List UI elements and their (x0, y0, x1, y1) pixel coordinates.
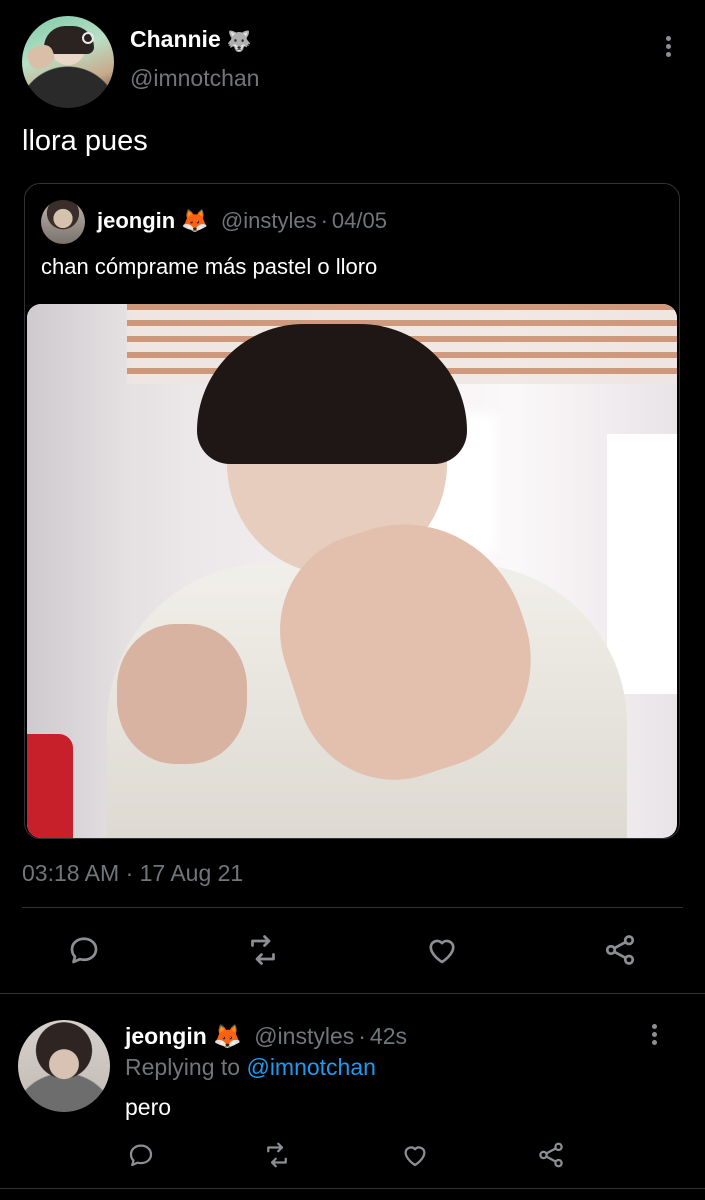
divider (0, 1188, 705, 1189)
divider (0, 993, 705, 994)
tweet-timestamp[interactable]: 03:18 AM · 17 Aug 21 (22, 860, 243, 887)
divider (22, 907, 683, 908)
wolf-emoji-icon: 🐺 (226, 31, 252, 53)
reply-time: 42s (369, 1023, 408, 1049)
replying-to-label: Replying to (125, 1054, 241, 1080)
heart-icon[interactable] (400, 1140, 430, 1170)
retweet-icon[interactable] (262, 1140, 292, 1170)
quoted-author-handle: @instyles (220, 208, 317, 233)
author-name-text: Channie (130, 26, 221, 52)
replying-to-mention[interactable]: @imnotchan (246, 1054, 375, 1080)
heart-icon[interactable] (424, 932, 460, 968)
moon-icon (82, 32, 94, 44)
reply-author-name[interactable]: jeongin (125, 1023, 207, 1049)
tweet-text: llora pues (22, 125, 148, 157)
more-vertical-icon[interactable] (645, 1024, 663, 1048)
reply-author-avatar[interactable] (18, 1020, 110, 1112)
quoted-author-line: jeongin 🦊 @instyles · 04/05 (97, 208, 387, 234)
reply-author-line: jeongin 🦊 @instyles · 42s (125, 1023, 407, 1050)
quoted-date: 04/05 (331, 208, 387, 233)
fox-emoji-icon: 🦊 (213, 1023, 242, 1049)
photo-window-right (607, 434, 677, 694)
photo-red-chair (27, 734, 73, 838)
author-name[interactable]: Channie 🐺 (130, 26, 252, 54)
replying-to: Replying to @imnotchan (125, 1054, 376, 1081)
quoted-tweet-card[interactable]: jeongin 🦊 @instyles · 04/05 chan cómprame … (24, 183, 680, 839)
quoted-author-avatar (41, 200, 85, 244)
reply-icon[interactable] (66, 932, 102, 968)
quoted-tweet-photo[interactable] (27, 304, 677, 838)
quoted-author-name: jeongin (97, 208, 176, 233)
quoted-separator: · (320, 208, 328, 233)
reply-separator: · (358, 1023, 366, 1049)
reply-author-handle: @instyles (254, 1023, 355, 1049)
photo-person-hand-left (117, 624, 247, 764)
fox-emoji-icon: 🦊 (181, 208, 209, 233)
share-icon[interactable] (536, 1140, 566, 1170)
share-icon[interactable] (602, 932, 638, 968)
reply-icon[interactable] (126, 1140, 156, 1170)
reply-text: pero (125, 1094, 172, 1120)
author-avatar[interactable] (22, 16, 114, 108)
more-vertical-icon[interactable] (659, 36, 677, 60)
quoted-tweet-text: chan cómprame más pastel o lloro (41, 254, 378, 279)
retweet-icon[interactable] (245, 932, 281, 968)
author-handle[interactable]: @imnotchan (130, 65, 259, 92)
